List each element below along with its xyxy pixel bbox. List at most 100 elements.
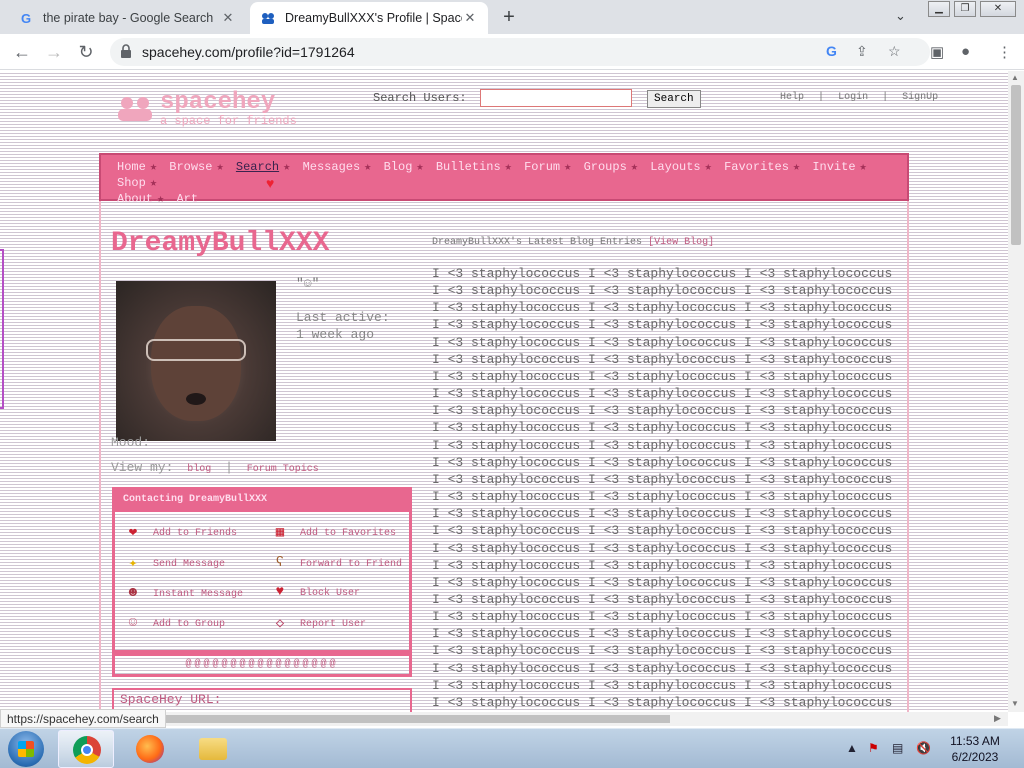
reload-icon[interactable]: ↻ <box>74 41 98 63</box>
user-search: Search Users: Search <box>373 89 701 109</box>
spacehey-logo[interactable]: spacehey a space for friends <box>115 89 297 128</box>
google-lens-icon[interactable]: G <box>826 43 837 59</box>
contact-label: Add to Friends <box>153 527 238 539</box>
network-icon[interactable]: ▤ <box>892 741 903 755</box>
url-text: spacehey.com/profile?id=1791264 <box>142 44 355 60</box>
blog-entries-header: DreamyBullXXX's Latest Blog Entries [Vie… <box>432 237 714 248</box>
bear-icon: ʕ <box>275 555 285 571</box>
close-icon[interactable]: ✕ <box>462 10 478 26</box>
search-users-input[interactable] <box>479 89 632 107</box>
star-separator: ★ <box>283 160 291 174</box>
search-button[interactable]: Search <box>647 90 701 109</box>
nav-item-invite[interactable]: Invite <box>812 160 855 174</box>
nav-item-browse[interactable]: Browse <box>169 160 212 174</box>
tab-bar: G the pirate bay - Google Search ✕ Dream… <box>0 0 1024 34</box>
nav-item-groups[interactable]: Groups <box>584 160 627 174</box>
profile-avatar-icon[interactable]: ● <box>961 43 970 60</box>
restore-button[interactable]: ❐ <box>954 1 976 17</box>
show-hidden-icons-icon[interactable]: ▲ <box>846 741 858 755</box>
nav-item-layouts[interactable]: Layouts <box>650 160 700 174</box>
vertical-scrollbar[interactable]: ▲ ▼ <box>1008 71 1024 712</box>
block-user-button[interactable]: ♥ Block User <box>270 584 360 602</box>
forward-arrow-icon[interactable]: → <box>42 41 66 63</box>
nav-item-bulletins[interactable]: Bulletins <box>436 160 501 174</box>
nav-item-shop[interactable]: Shop <box>117 176 146 190</box>
scroll-down-icon[interactable]: ▼ <box>1011 699 1019 708</box>
add-to-group-button[interactable]: ☺ Add to Group <box>123 615 225 633</box>
search-label: Search Users: <box>373 91 467 106</box>
star-separator: ★ <box>630 160 639 174</box>
chevron-down-icon[interactable]: ⌄ <box>895 8 906 24</box>
scroll-right-icon[interactable]: ▶ <box>994 713 1001 724</box>
taskbar-chrome[interactable] <box>58 730 114 768</box>
box-icon: ▦ <box>275 525 285 541</box>
taskbar-firefox[interactable] <box>122 730 178 768</box>
blog-line: I <3 staphylococcus I <3 staphylococcus … <box>432 317 893 333</box>
add-to-favorites-button[interactable]: ▦ Add to Favorites <box>270 524 396 542</box>
clock-time: 11:53 AM <box>950 734 1000 748</box>
forum-topics-link[interactable]: Forum Topics <box>247 464 319 475</box>
nav-item-forum[interactable]: Forum <box>524 160 560 174</box>
help-link[interactable]: Help <box>780 92 804 103</box>
contact-label: Send Message <box>153 558 226 570</box>
new-tab-button[interactable]: + <box>498 6 520 29</box>
blog-line: I <3 staphylococcus I <3 staphylococcus … <box>432 694 893 710</box>
menu-kebab-icon[interactable]: ⋮ <box>997 43 1012 61</box>
close-icon[interactable]: ✕ <box>220 10 236 26</box>
star-separator: ★ <box>564 160 572 174</box>
bookmark-star-icon[interactable]: ☆ <box>888 43 901 60</box>
side-panel-icon[interactable]: ▣ <box>930 43 944 61</box>
nav-item-messages[interactable]: Messages <box>303 160 361 174</box>
minimize-button[interactable]: ▁ <box>928 1 950 17</box>
nav-item-favorites[interactable]: Favorites <box>724 160 789 174</box>
nav-item-search[interactable]: Search <box>236 160 279 174</box>
last-active-label: Last active: <box>296 310 390 325</box>
star-separator: ★ <box>416 160 424 174</box>
scroll-thumb[interactable] <box>1011 85 1021 245</box>
scroll-thumb[interactable] <box>160 715 670 723</box>
report-user-button[interactable]: ◇ Report User <box>270 615 366 633</box>
add-to-friends-button[interactable]: ❤ Add to Friends <box>123 524 237 542</box>
nav-item-blog[interactable]: Blog <box>384 160 413 174</box>
start-button[interactable] <box>8 731 44 767</box>
action-center-icon[interactable]: ⚑ <box>868 741 879 755</box>
mood-label: Mood: <box>111 435 151 450</box>
share-icon[interactable]: ⇪ <box>856 43 868 60</box>
heart-apple-icon: ❤ <box>128 525 138 541</box>
signup-link[interactable]: SignUp <box>902 92 938 103</box>
blog-line: I <3 staphylococcus I <3 staphylococcus … <box>432 471 893 487</box>
last-active-value: 1 week ago <box>296 327 375 342</box>
profile-quote: "☺" <box>296 276 320 291</box>
heart-cursor-icon: ♥ <box>266 175 275 191</box>
back-arrow-icon[interactable]: ← <box>10 41 34 63</box>
login-link[interactable]: Login <box>838 92 868 103</box>
blog-line: I <3 staphylococcus I <3 staphylococcus … <box>432 454 893 470</box>
close-window-button[interactable]: ✕ <box>980 1 1016 17</box>
blog-line: I <3 staphylococcus I <3 staphylococcus … <box>432 266 893 281</box>
spacehey-icon <box>260 10 276 26</box>
divider: | <box>225 460 233 475</box>
blog-link[interactable]: blog <box>187 464 211 475</box>
browser-toolbar: ← → ↻ spacehey.com/profile?id=1791264 G … <box>0 34 1024 70</box>
system-clock[interactable]: 11:53 AM 6/2/2023 <box>940 733 1010 765</box>
main-nav: Home ★ Browse ★ Search ★ Messages ★ Blog ★ Bu… <box>99 153 909 206</box>
scroll-up-icon[interactable]: ▲ <box>1011 73 1019 82</box>
contact-label: Add to Favorites <box>300 527 397 539</box>
view-blog-link[interactable]: [View Blog] <box>648 237 714 248</box>
address-bar[interactable]: spacehey.com/profile?id=1791264 G ⇪ ☆ <box>110 38 930 66</box>
url-label: SpaceHey URL: <box>120 692 222 707</box>
forward-to-friend-button[interactable]: ʕ Forward to Friend <box>270 555 402 573</box>
tab-title: DreamyBullXXX's Profile | SpaceH <box>285 11 462 25</box>
clock-date: 6/2/2023 <box>951 750 999 764</box>
volume-muted-icon[interactable]: 🔇 <box>916 741 931 755</box>
contact-label: Add to Group <box>153 618 226 630</box>
instant-message-button[interactable]: ☻ Instant Message <box>123 585 243 603</box>
view-my: View my: blog | Forum Topics <box>111 460 325 475</box>
taskbar-explorer[interactable] <box>185 730 241 768</box>
avatar-mouth <box>186 393 206 405</box>
nav-item-home[interactable]: Home <box>117 160 146 174</box>
group-icon: ☺ <box>128 615 138 631</box>
tab-spacehey-profile[interactable]: DreamyBullXXX's Profile | SpaceH ✕ <box>250 2 488 34</box>
tab-google-search[interactable]: G the pirate bay - Google Search ✕ <box>8 2 246 34</box>
send-message-button[interactable]: ✦ Send Message <box>123 555 225 573</box>
